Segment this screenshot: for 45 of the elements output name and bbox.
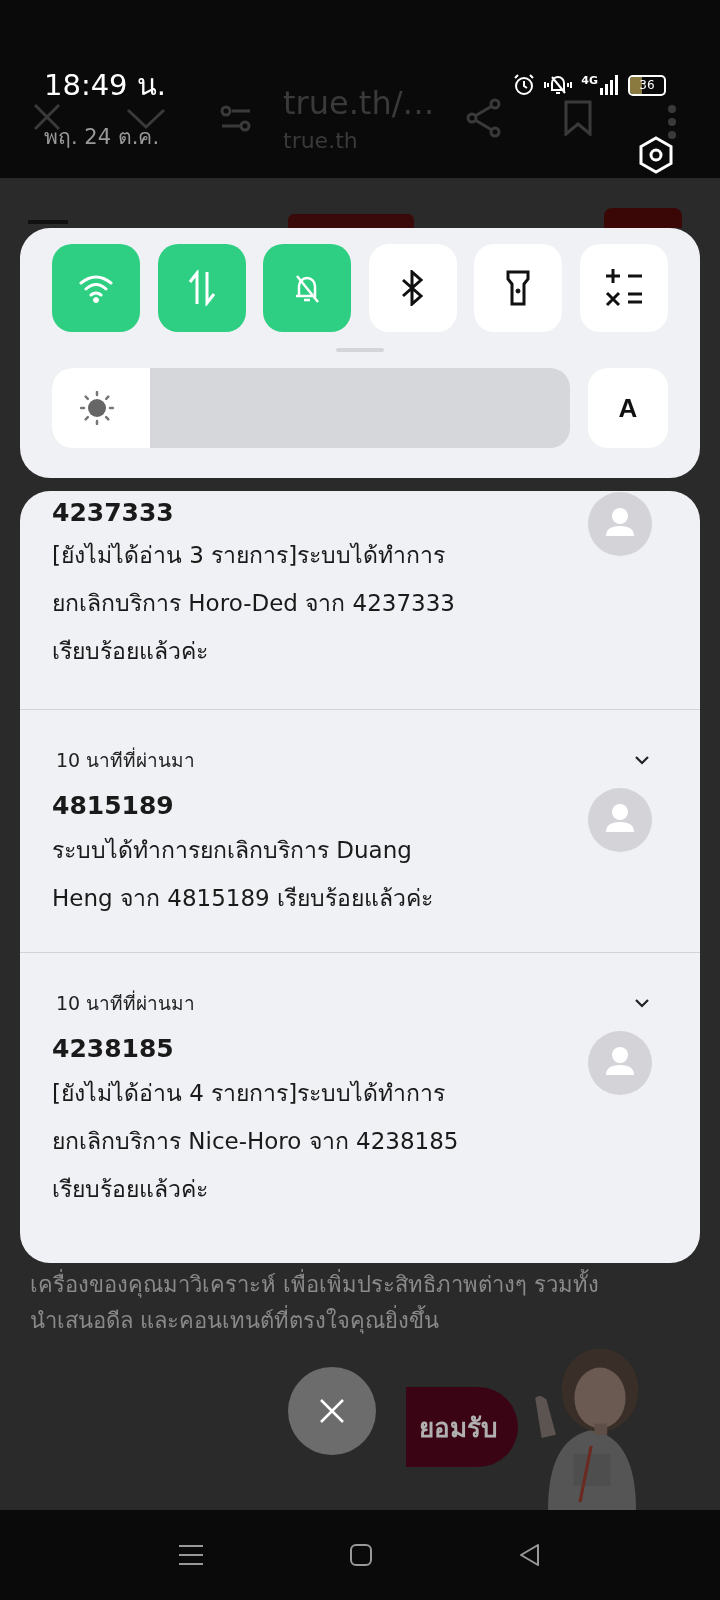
tune-icon[interactable] xyxy=(220,104,252,134)
mute-tile[interactable] xyxy=(263,244,352,332)
bell-off-icon xyxy=(543,74,574,96)
auto-brightness-button[interactable]: A xyxy=(588,368,668,448)
notification-sender: 4237333 xyxy=(52,497,174,529)
calculator-icon xyxy=(603,268,644,308)
alarm-icon xyxy=(513,74,536,96)
notification-message: [ยังไม่ได้อ่าน 4 รายการ]ระบบได้ทำการ ยกเลิกบริการ Nice-Horo จาก 4238185 เรียบร้อยแล้วค่ะ xyxy=(52,1079,460,1204)
clock-time: 18:49 น. xyxy=(44,67,166,104)
flashlight-icon xyxy=(506,270,531,306)
notification-message: ระบบได้ทำการยกเลิกบริการ Duang Heng จาก 4815189 เรียบร้อยแล้วค่ะ xyxy=(52,836,434,913)
settings-icon[interactable] xyxy=(638,136,674,174)
back-icon[interactable] xyxy=(518,1543,542,1567)
avatar-icon xyxy=(588,788,652,852)
close-icon[interactable] xyxy=(32,102,62,132)
home-icon[interactable] xyxy=(349,1543,373,1567)
notification-sender: 4815189 xyxy=(52,790,174,822)
sun-icon xyxy=(80,391,114,425)
notification-time: 10 นาทีที่ผ่านมา xyxy=(56,746,196,773)
flashlight-tile[interactable] xyxy=(474,244,563,332)
calculator-tile[interactable] xyxy=(579,244,668,332)
close-icon xyxy=(319,1398,345,1424)
bookmark-icon[interactable] xyxy=(564,100,592,136)
bluetooth-icon xyxy=(399,270,426,306)
notification-sender: 4238185 xyxy=(52,1033,174,1065)
brightness-slider[interactable] xyxy=(52,368,570,448)
notification-message: [ยังไม่ได้อ่าน 3 รายการ]ระบบได้ทำการ ยกเลิกบริการ Horo-Ded จาก 4237333 เรียบร้อยแล้วค่ะ xyxy=(52,541,456,666)
date-text: พฤ. 24 ต.ค. xyxy=(44,124,160,151)
network-type-text: 4G xyxy=(581,73,598,87)
wifi-tile[interactable] xyxy=(52,244,140,332)
battery-percent: 36 xyxy=(639,79,655,91)
signal-icon xyxy=(600,74,620,96)
chevron-down-icon[interactable] xyxy=(634,755,650,765)
wifi-icon xyxy=(78,273,114,303)
page-text: นำเสนอดีล และคอนเทนต์ที่ตรงใจคุณยิ่งขึ้น xyxy=(30,1303,690,1339)
share-icon[interactable] xyxy=(466,98,502,138)
chevron-down-icon[interactable] xyxy=(634,998,650,1008)
avatar-icon xyxy=(588,492,652,556)
data-tile[interactable] xyxy=(157,244,246,332)
notification-time: 10 นาทีที่ผ่านมา xyxy=(56,989,196,1016)
data-arrows-icon xyxy=(187,270,216,306)
avatar-icon xyxy=(588,1031,652,1095)
bluetooth-tile[interactable] xyxy=(368,244,457,332)
page-text: เครื่องของคุณมาวิเคราะห์ เพื่อเพิ่มประสิทธิภาพต่างๆ รวมทั้ง xyxy=(30,1267,690,1303)
accept-button[interactable]: ยอมรับ xyxy=(406,1387,518,1467)
